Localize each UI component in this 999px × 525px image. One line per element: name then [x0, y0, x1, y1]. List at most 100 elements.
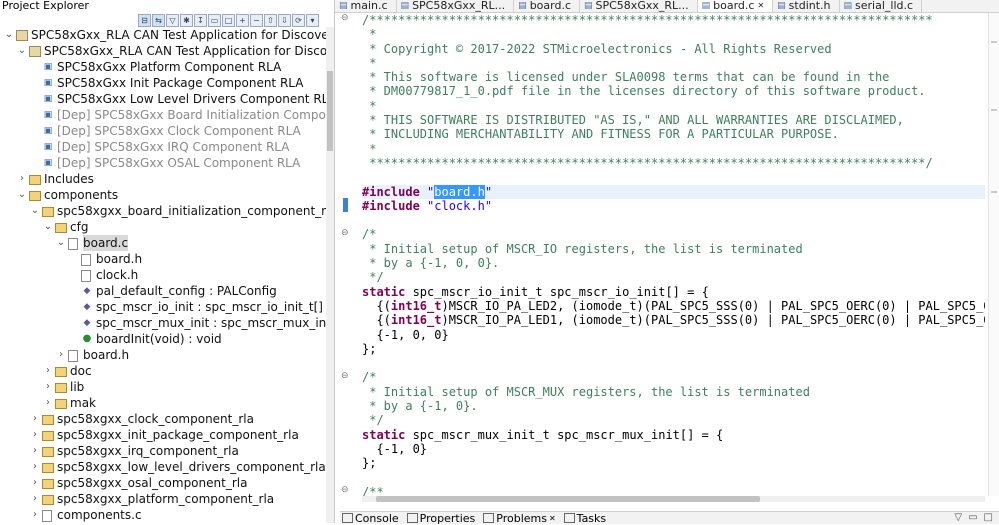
collapsed-arrow-icon[interactable]: ›	[30, 491, 40, 507]
tree-item[interactable]: ▣ [Dep] SPC58xGxx OSAL Component RLA	[0, 155, 324, 171]
filter-icon[interactable]: ▽	[954, 512, 962, 523]
collapsed-arrow-icon[interactable]: ›	[17, 171, 27, 187]
code-line[interactable]: /*	[362, 227, 985, 241]
code-line[interactable]: static spc_mscr_mux_init_t spc_mscr_mux_…	[362, 428, 985, 442]
collapsed-arrow-icon[interactable]: ›	[30, 475, 40, 491]
code-line[interactable]: {-1, 0}	[362, 442, 985, 456]
tree-item[interactable]: ◆ pal_default_config : PALConfig	[0, 283, 324, 299]
overview-marker[interactable]	[991, 41, 997, 43]
collapsed-arrow-icon[interactable]: ›	[30, 411, 40, 427]
tree-item[interactable]: ⌄ components	[0, 187, 324, 203]
collapsed-arrow-icon[interactable]: ›	[30, 427, 40, 443]
collapsed-arrow-icon[interactable]: ›	[43, 379, 53, 395]
code-line[interactable]: #include "clock.h"	[362, 199, 985, 213]
tree-item[interactable]: board.h	[0, 251, 324, 267]
overview-marker[interactable]	[991, 191, 997, 193]
tree-item[interactable]: ⌄ SPC58xGxx_RLA CAN Test Application for …	[0, 43, 334, 59]
remove-icon[interactable]: −	[250, 13, 263, 27]
tree-item[interactable]: › spc58xgxx_platform_component_rla	[0, 491, 324, 507]
editor-tab[interactable]: ▤ SPC58xGxx_RL...	[397, 0, 515, 12]
tree-item[interactable]: ◆ spc_mscr_io_init : spc_mscr_io_init_t[]	[0, 299, 324, 315]
code-line[interactable]: *	[362, 99, 985, 113]
code-line[interactable]: ****************************************…	[362, 156, 985, 170]
code-line[interactable]: * THIS SOFTWARE IS DISTRIBUTED "AS IS," …	[362, 113, 985, 127]
tree-item[interactable]: › spc58xgxx_clock_component_rla	[0, 411, 324, 427]
add-icon[interactable]: +	[236, 13, 249, 27]
tree-item[interactable]: ⌄ SPC58xGxx_RLA CAN Test Application for …	[0, 27, 334, 43]
code-line[interactable]: /***************************************…	[362, 13, 985, 27]
code-line[interactable]: {(int16_t)MSCR_IO_PA_LED2, (iomode_t)(PA…	[362, 299, 985, 313]
expanded-arrow-icon[interactable]: ⌄	[56, 235, 66, 251]
tree-item[interactable]: ▣ SPC58xGxx Low Level Drivers Component R…	[0, 91, 334, 107]
down-icon[interactable]: ⇩	[278, 13, 291, 27]
maximize-icon[interactable]: □	[222, 13, 235, 27]
tree-item[interactable]: › spc58xgxx_osal_component_rla	[0, 475, 324, 491]
code-line[interactable]: static spc_mscr_io_init_t spc_mscr_io_in…	[362, 285, 985, 299]
tree-item[interactable]: ⌄ cfg	[0, 219, 324, 235]
new-project-icon[interactable]: ✱	[180, 13, 193, 27]
code-line[interactable]: };	[362, 456, 985, 470]
code-line[interactable]: *	[362, 142, 985, 156]
editor-tab[interactable]: ▤ main.c	[335, 0, 397, 12]
editor-overview-ruler[interactable]	[988, 13, 999, 496]
code-line[interactable]: *	[362, 56, 985, 70]
close-icon[interactable]: ✕	[757, 0, 764, 12]
tree-item[interactable]: ⌄ spc58xgxx_board_initialization_componen…	[0, 203, 334, 219]
code-line[interactable]: {(int16_t)MSCR_IO_PA_LED1, (iomode_t)(PA…	[362, 313, 985, 327]
tree-item[interactable]: › doc	[0, 363, 324, 379]
scrollbar-thumb[interactable]	[376, 496, 760, 502]
editor-tab[interactable]: ▤ board.c	[514, 0, 580, 12]
sync-icon[interactable]: ⟳	[292, 13, 305, 27]
code-line[interactable]: * Initial setup of MSCR_MUX registers, t…	[362, 385, 985, 399]
code-line[interactable]: /*	[362, 370, 985, 384]
tree-item[interactable]: › spc58xgxx_irq_component_rla	[0, 443, 324, 459]
code-line[interactable]: * DM00779817_1_0.pdf file in the license…	[362, 84, 985, 98]
code-line[interactable]: */	[362, 413, 985, 427]
code-line[interactable]: */	[362, 270, 985, 284]
editor-tab[interactable]: ▤ serial_lld.c	[840, 0, 923, 12]
tree-item[interactable]: ● boardInit(void) : void	[0, 331, 324, 347]
close-icon[interactable]: ✕	[549, 514, 556, 523]
maximize-icon[interactable]: □	[984, 512, 993, 523]
overview-marker[interactable]	[991, 109, 997, 111]
collapsed-arrow-icon[interactable]: ›	[30, 507, 40, 523]
fold-toggle-icon[interactable]: ⊖	[341, 371, 349, 381]
fold-toggle-icon[interactable]: ⊖	[341, 485, 349, 495]
editor-tab[interactable]: ▤ SPC58xGxx_RL...	[580, 0, 698, 12]
code-line[interactable]: #include "board.h"	[362, 184, 985, 199]
editor-tab[interactable]: ▤ stdint.h	[773, 0, 840, 12]
tree-item[interactable]: › lib	[0, 379, 324, 395]
tree-item[interactable]: ▣ [Dep] SPC58xGxx Board Initialization Co…	[0, 107, 334, 123]
expanded-arrow-icon[interactable]: ⌄	[17, 187, 27, 203]
fold-toggle-icon[interactable]: ⊖	[341, 13, 349, 23]
tree-item[interactable]: › mak	[0, 395, 324, 411]
collapsed-arrow-icon[interactable]: ›	[30, 443, 40, 459]
code-line[interactable]: * by a {-1, 0, 0}.	[362, 256, 985, 270]
tree-item[interactable]: › board.h	[0, 347, 324, 363]
up-icon[interactable]: ⇧	[264, 13, 277, 27]
code-line[interactable]	[362, 213, 985, 227]
expanded-arrow-icon[interactable]: ⌄	[4, 27, 14, 43]
expanded-arrow-icon[interactable]: ⌄	[17, 43, 27, 59]
code-line[interactable]: * INCLUDING MERCHANTABILITY AND FITNESS …	[362, 127, 985, 141]
collapsed-arrow-icon[interactable]: ›	[43, 363, 53, 379]
code-line[interactable]	[362, 471, 985, 485]
code-line[interactable]: * by a {-1, 0}.	[362, 399, 985, 413]
expanded-arrow-icon[interactable]: ⌄	[43, 219, 53, 235]
code-line[interactable]: * Initial setup of MSCR_IO registers, th…	[362, 242, 985, 256]
project-explorer-title[interactable]: Project Explorer	[0, 0, 334, 12]
code-area[interactable]: /***************************************…	[362, 13, 985, 499]
code-line[interactable]	[362, 170, 985, 184]
tree-item[interactable]: ▣ SPC58xGxx Init Package Component RLA	[0, 75, 324, 91]
collapsed-arrow-icon[interactable]: ›	[30, 459, 40, 475]
collapsed-arrow-icon[interactable]: ›	[43, 395, 53, 411]
link-with-editor-icon[interactable]: ⇆	[152, 13, 165, 27]
tree-item[interactable]: › spc58xgxx_init_package_component_rla	[0, 427, 324, 443]
code-line[interactable]: };	[362, 342, 985, 356]
tree-item[interactable]: ▣ [Dep] SPC58xGxx IRQ Component RLA	[0, 139, 324, 155]
scrollbar-thumb[interactable]	[327, 71, 333, 151]
code-line[interactable]: * This software is licensed under SLA009…	[362, 70, 985, 84]
minimize-icon[interactable]: ▭	[968, 512, 977, 523]
editor-horizontal-scrollbar[interactable]	[362, 496, 985, 502]
minimize-icon[interactable]: ▭	[208, 13, 221, 27]
